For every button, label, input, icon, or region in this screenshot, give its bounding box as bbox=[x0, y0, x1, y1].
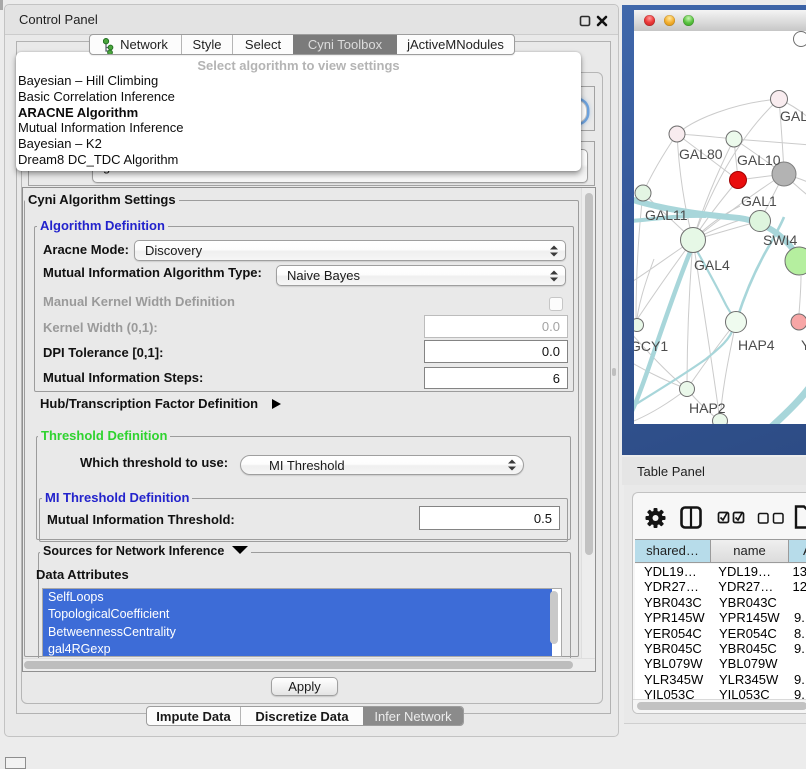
svg-text:GAL11: GAL11 bbox=[645, 207, 688, 223]
svg-text:GCY1: GCY1 bbox=[634, 338, 668, 354]
svg-text:GAL7: GAL7 bbox=[780, 108, 806, 124]
svg-text:GAL4: GAL4 bbox=[694, 257, 730, 273]
svg-text:HAP4: HAP4 bbox=[738, 337, 775, 353]
svg-text:GAL80: GAL80 bbox=[679, 146, 723, 162]
svg-text:GAL1: GAL1 bbox=[741, 193, 777, 209]
svg-text:YP: YP bbox=[801, 337, 806, 353]
svg-text:SWI4: SWI4 bbox=[763, 232, 797, 248]
svg-text:GAL10: GAL10 bbox=[737, 152, 781, 168]
svg-text:HAP2: HAP2 bbox=[689, 400, 726, 416]
